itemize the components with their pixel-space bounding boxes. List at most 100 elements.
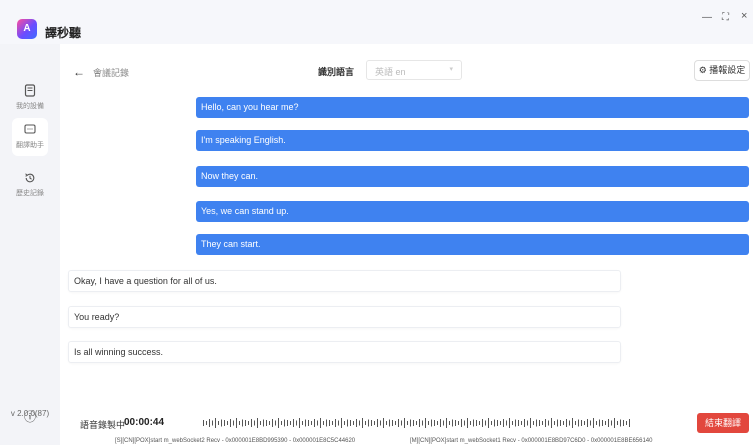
waveform-bar <box>338 420 339 426</box>
waveform-bar <box>614 418 615 428</box>
broadcast-settings-button[interactable]: ⚙ 播報設定 <box>694 60 750 81</box>
waveform-bar <box>281 421 282 425</box>
waveform-bar <box>269 421 270 425</box>
debug-log-left: [S][CN][POX]start m_webSocket2 Recv - 0x… <box>115 438 356 444</box>
waveform-bar <box>440 419 441 427</box>
sidebar-item-translate[interactable]: 翻譯助手 <box>0 118 60 156</box>
waveform-bar <box>593 418 594 428</box>
language-label: 識別語言 <box>318 67 355 77</box>
sidebar-item-devices[interactable]: 我的設備 <box>0 84 60 111</box>
waveform-bar <box>254 420 255 426</box>
waveform-bar <box>419 419 420 427</box>
waveform-bar <box>236 418 237 428</box>
waveform-bar <box>353 421 354 425</box>
waveform-bar <box>287 420 288 426</box>
waveform-bar <box>524 419 525 427</box>
waveform-bar <box>581 420 582 426</box>
close-button[interactable]: × <box>741 10 747 22</box>
waveform-bar <box>260 421 261 425</box>
waveform-bar <box>458 421 459 425</box>
waveform-bar <box>263 419 264 427</box>
waveform-bar <box>518 420 519 426</box>
back-arrow-icon[interactable]: ← <box>73 65 85 79</box>
waveform-bar <box>356 419 357 427</box>
waveform-bar <box>608 419 609 427</box>
device-icon <box>24 84 36 97</box>
waveform-bar <box>536 419 537 427</box>
waveform-bar <box>347 419 348 427</box>
waveform-bar <box>395 421 396 425</box>
waveform-bar <box>521 421 522 425</box>
waveform-bar <box>212 420 213 426</box>
waveform-bar <box>491 421 492 425</box>
waveform-bar <box>569 420 570 426</box>
waveform-bar <box>383 418 384 428</box>
waveform-bar <box>464 420 465 426</box>
recording-label: 語音錄製中 <box>80 420 126 430</box>
waveform-bar <box>452 419 453 427</box>
main-panel: ← 會議記錄 識別語言 英語 en ▾ ⚙ 播報設定 Hello, can yo… <box>60 44 753 445</box>
history-icon <box>25 173 35 183</box>
waveform-bar <box>446 418 447 428</box>
language-select[interactable]: 英語 en ▾ <box>366 60 462 80</box>
waveform-bar <box>314 419 315 427</box>
waveform-bar <box>215 418 216 428</box>
waveform-bar <box>311 421 312 425</box>
waveform-bar <box>572 418 573 428</box>
waveform-bar <box>305 419 306 427</box>
waveform-bar <box>629 419 630 427</box>
app-window: A 譯秒聽 — ⛶ × 我的設備 翻譯助手 歷史記錄 ⓘ v 2.0.0(87)… <box>0 0 753 445</box>
audio-waveform <box>203 418 630 428</box>
sidebar-item-history[interactable]: 歷史記錄 <box>0 172 60 198</box>
message-bubble-other: Okay, I have a question for all of us. <box>68 270 621 292</box>
gear-icon: ⚙ <box>698 65 707 75</box>
waveform-bar <box>299 418 300 428</box>
waveform-bar <box>257 418 258 428</box>
waveform-bar <box>554 421 555 425</box>
waveform-bar <box>332 421 333 425</box>
waveform-bar <box>218 421 219 425</box>
app-logo: A <box>17 19 37 39</box>
waveform-bar <box>584 421 585 425</box>
waveform-bar <box>410 419 411 427</box>
maximize-button[interactable]: ⛶ <box>722 12 729 23</box>
waveform-bar <box>368 419 369 427</box>
waveform-bar <box>461 419 462 427</box>
waveform-bar <box>365 421 366 425</box>
waveform-bar <box>413 420 414 426</box>
waveform-bar <box>275 420 276 426</box>
waveform-bar <box>350 420 351 426</box>
waveform-bar <box>545 419 546 427</box>
minimize-button[interactable]: — <box>702 12 712 23</box>
waveform-bar <box>245 420 246 426</box>
waveform-bar <box>548 420 549 426</box>
waveform-bar <box>470 421 471 425</box>
waveform-bar <box>422 420 423 426</box>
waveform-bar <box>479 421 480 425</box>
waveform-bar <box>602 420 603 426</box>
waveform-bar <box>533 421 534 425</box>
waveform-bar <box>539 420 540 426</box>
sidebar: 我的設備 翻譯助手 歷史記錄 ⓘ <box>0 44 60 445</box>
waveform-bar <box>515 419 516 427</box>
message-bubble-self: I'm speaking English. <box>196 130 749 151</box>
settings-label: 播報設定 <box>709 65 746 75</box>
waveform-bar <box>530 418 531 428</box>
sidebar-item-label: 我的設備 <box>16 103 44 110</box>
waveform-bar <box>407 421 408 425</box>
waveform-bar <box>335 419 336 427</box>
waveform-bar <box>425 418 426 428</box>
waveform-bar <box>278 418 279 428</box>
waveform-bar <box>512 421 513 425</box>
waveform-bar <box>248 421 249 425</box>
waveform-bar <box>374 421 375 425</box>
waveform-bar <box>476 420 477 426</box>
message-bubble-self: They can start. <box>196 234 749 255</box>
waveform-bar <box>209 419 210 427</box>
waveform-bar <box>371 420 372 426</box>
waveform-bar <box>617 421 618 425</box>
waveform-bar <box>302 421 303 425</box>
debug-log-right: [M][CN][POX]start m_webSocket1 Recv - 0x… <box>410 438 653 444</box>
waveform-bar <box>482 419 483 427</box>
end-translation-button[interactable]: 結束翻譯 <box>697 413 749 433</box>
